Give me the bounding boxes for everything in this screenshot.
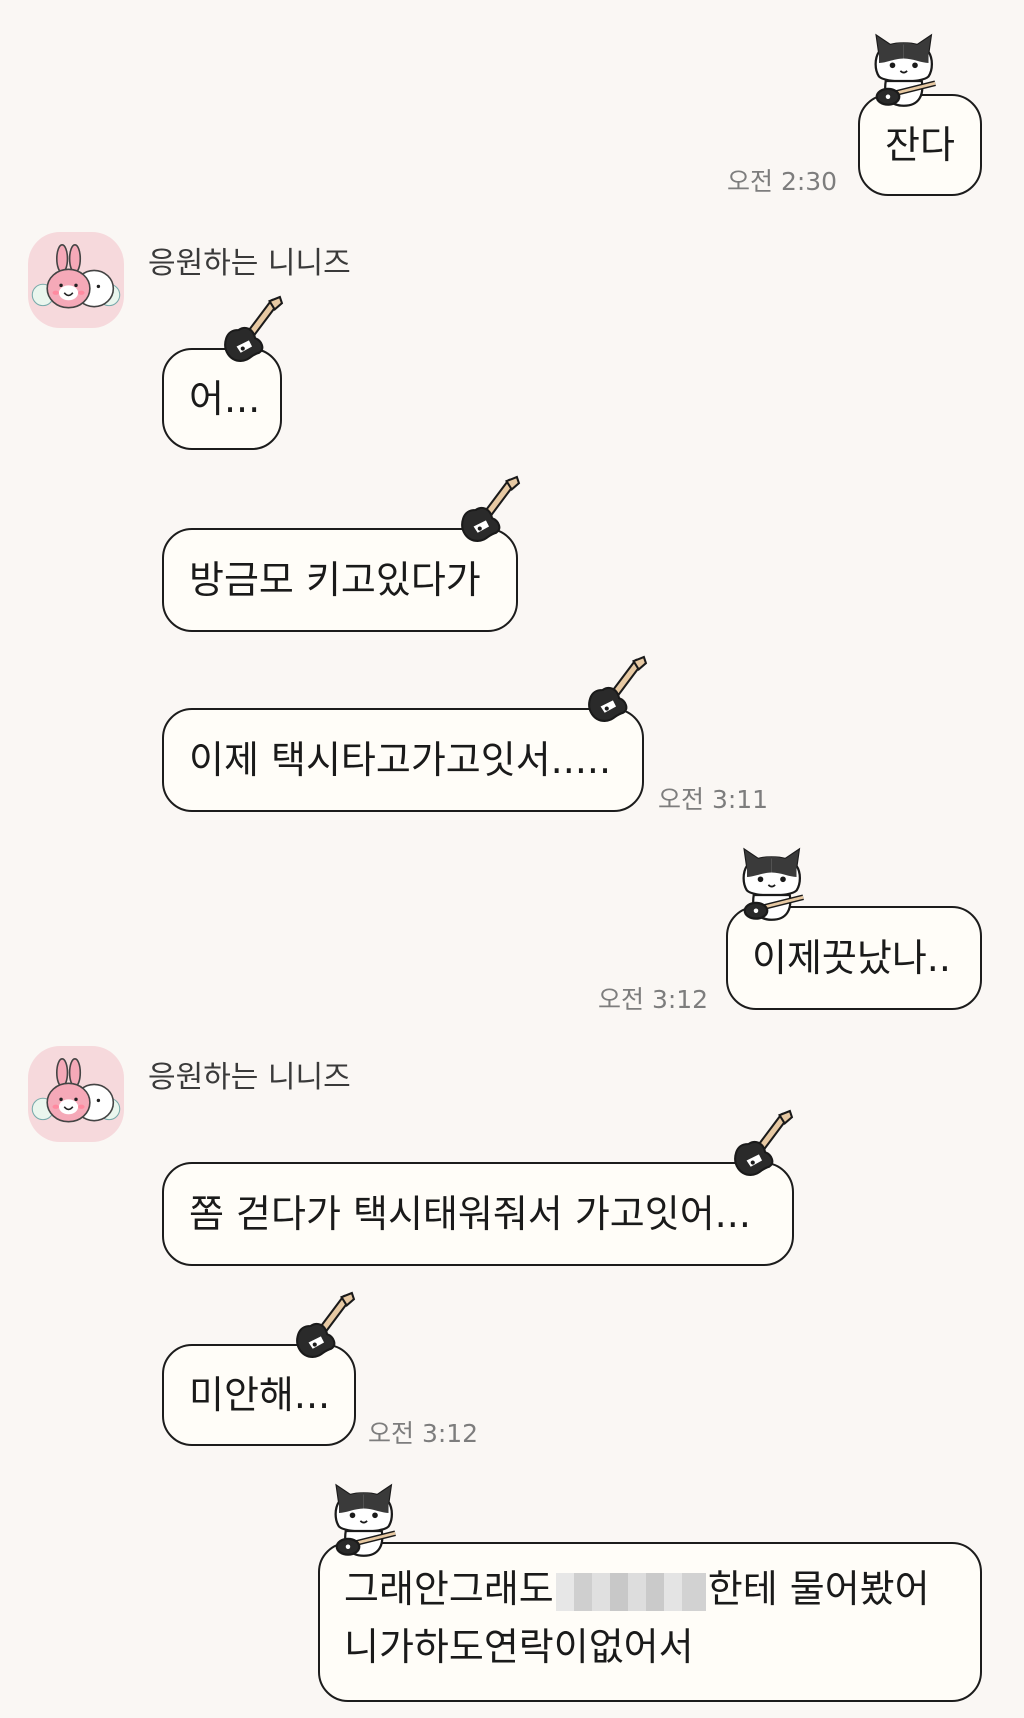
cat-with-guitar-icon xyxy=(738,846,810,926)
redacted-blur xyxy=(555,1572,706,1611)
avatar[interactable] xyxy=(28,232,124,328)
cheering-bunny-icon xyxy=(31,244,121,309)
message-text: 이제 택시타고가고잇서..... xyxy=(189,738,612,782)
message-text: 방금모 키고있다가 xyxy=(189,558,481,602)
guitar-icon xyxy=(218,294,284,366)
message-text: 쫌 걷다가 택시태워줘서 가고잇어... xyxy=(189,1192,751,1236)
avatar[interactable] xyxy=(28,1046,124,1142)
message-timestamp: 오전 3:12 xyxy=(598,985,709,1014)
message-text-before: 그래안그래도 xyxy=(344,1567,554,1611)
message-text-after: 한테 물어봤어 xyxy=(707,1567,930,1611)
sent-message-bubble[interactable]: 그래안그래도 한테 물어봤어 니가하도연락이없어서 xyxy=(318,1542,982,1702)
sender-name: 응원하는 니니즈 xyxy=(148,1060,351,1095)
guitar-icon xyxy=(290,1290,356,1362)
received-message-bubble[interactable]: 쫌 걷다가 택시태워줘서 가고잇어... xyxy=(162,1162,794,1266)
message-line-2: 니가하도연락이없어서 xyxy=(344,1625,694,1669)
guitar-icon xyxy=(728,1108,794,1180)
cheering-bunny-icon xyxy=(31,1058,121,1123)
message-text: 잔다 xyxy=(885,123,955,167)
cat-with-guitar-icon xyxy=(330,1482,402,1562)
message-timestamp: 오전 3:11 xyxy=(658,785,769,814)
guitar-icon xyxy=(455,474,521,546)
received-message-bubble[interactable]: 이제 택시타고가고잇서..... xyxy=(162,708,644,812)
message-timestamp: 오전 3:12 xyxy=(368,1419,479,1448)
message-line-1: 그래안그래도 한테 물어봤어 xyxy=(344,1564,980,1614)
cat-with-guitar-icon xyxy=(870,32,942,112)
guitar-icon xyxy=(582,654,648,726)
sender-name: 응원하는 니니즈 xyxy=(148,246,351,281)
message-text: 이제끗났나.. xyxy=(752,936,951,980)
message-text: 어... xyxy=(189,377,261,421)
message-text: 미안해... xyxy=(189,1373,331,1417)
message-timestamp: 오전 2:30 xyxy=(727,167,838,196)
